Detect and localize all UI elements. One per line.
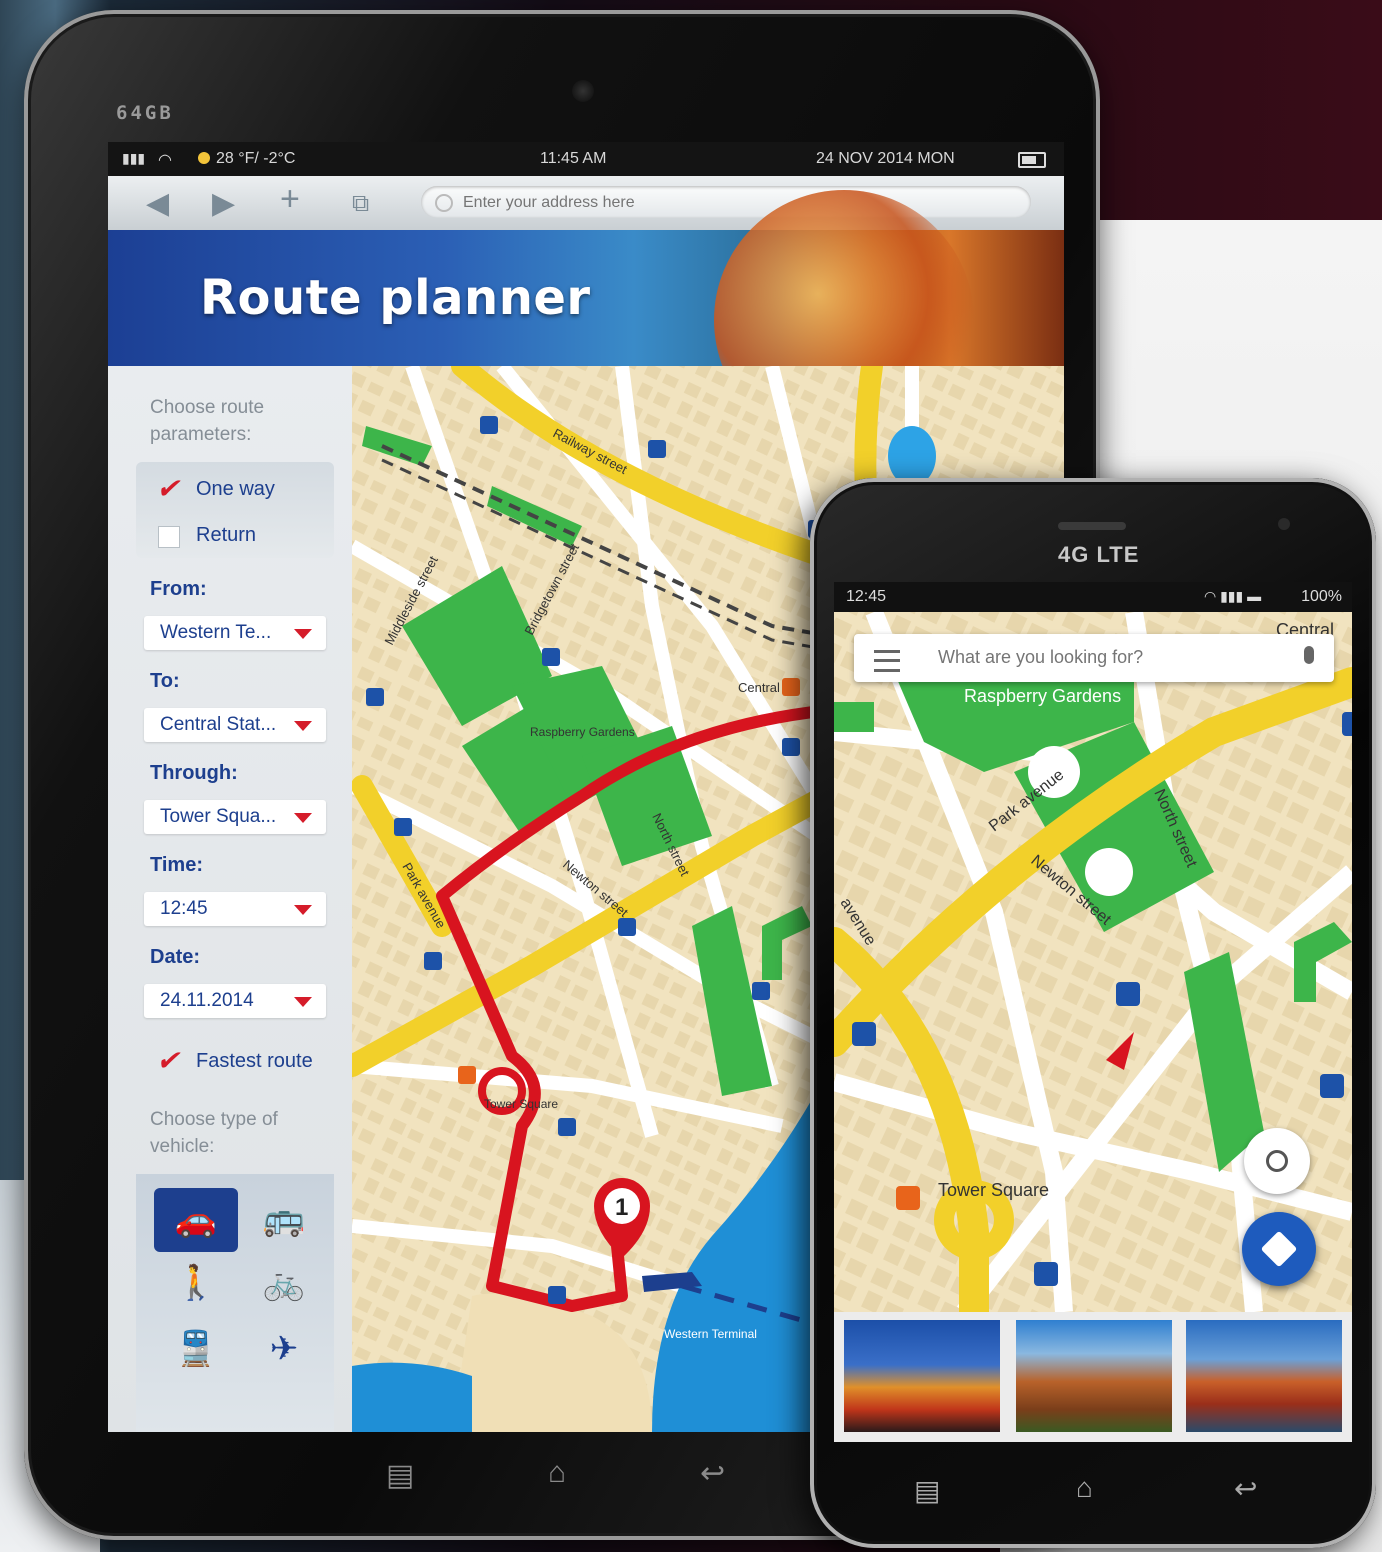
address-bar[interactable] xyxy=(421,186,1031,218)
tabs-icon[interactable]: ⧉ xyxy=(352,190,369,218)
camera-icon xyxy=(572,80,594,102)
microphone-icon[interactable] xyxy=(1304,646,1314,664)
phone-map[interactable]: Central Raspberry Gardens Park avenue No… xyxy=(834,612,1352,1312)
to-label: To: xyxy=(150,670,180,692)
network-label: 4G LTE xyxy=(1058,542,1140,567)
place-label: Western Terminal xyxy=(664,1327,757,1341)
from-label: From: xyxy=(150,578,207,600)
phone-screen: 12:45 ◠ ▮▮▮ ▬ 100% Central Raspberry Gar… xyxy=(834,582,1352,1442)
tablet-storage-label: 64GB xyxy=(116,102,174,124)
battery-level: 100% xyxy=(1301,588,1342,605)
time-label: Time: xyxy=(150,854,203,876)
signal-icon: ▮▮▮ xyxy=(122,150,146,166)
weather-readout: 28 °F/ -2°C xyxy=(198,150,295,168)
back-arrow-icon[interactable]: ◀ xyxy=(146,186,169,221)
train-icon[interactable]: 🚆 xyxy=(168,1326,224,1372)
park-label: Raspberry Gardens xyxy=(964,686,1121,706)
my-location-button[interactable] xyxy=(1244,1128,1310,1194)
photo-thumbnail[interactable] xyxy=(844,1320,1000,1432)
one-way-checkbox[interactable] xyxy=(156,472,179,505)
place-label: Central xyxy=(738,680,780,695)
car-icon[interactable]: 🚗 xyxy=(154,1188,238,1252)
fastest-route-label: Fastest route xyxy=(196,1050,313,1072)
time-select[interactable]: 12:45 xyxy=(144,892,326,926)
chevron-down-icon xyxy=(294,629,312,639)
park-label: Raspberry Gardens xyxy=(530,725,635,739)
camera-icon xyxy=(1278,518,1290,530)
phone-search-input[interactable] xyxy=(936,646,1280,669)
return-checkbox[interactable] xyxy=(158,526,180,548)
phone-device: 4G LTE 12:45 ◠ ▮▮▮ ▬ 100% Central Raspbe… xyxy=(810,478,1376,1548)
plus-icon[interactable]: + xyxy=(280,180,300,219)
status-time: 11:45 AM xyxy=(540,150,607,167)
route-parameters-heading: Choose route parameters: xyxy=(150,397,265,445)
forward-arrow-icon[interactable]: ▶ xyxy=(212,186,235,221)
one-way-label: One way xyxy=(196,478,275,500)
status-date: 24 NOV 2014 MON xyxy=(816,150,955,167)
home-icon[interactable]: ⌂ xyxy=(1076,1472,1093,1504)
plane-icon[interactable]: ✈ xyxy=(256,1326,312,1372)
phone-status-bar: 12:45 ◠ ▮▮▮ ▬ 100% xyxy=(834,582,1352,612)
from-select[interactable]: Western Te... xyxy=(144,616,326,650)
to-value: Central Stat... xyxy=(160,714,277,735)
phone-map-graphic: Central Raspberry Gardens Park avenue No… xyxy=(834,612,1352,1312)
page-banner: Route planner xyxy=(108,190,1064,450)
back-icon[interactable]: ↩ xyxy=(700,1456,725,1491)
fastest-route-checkbox[interactable] xyxy=(156,1044,179,1077)
through-value: Tower Squa... xyxy=(160,806,277,827)
lake xyxy=(888,426,936,486)
battery-icon xyxy=(1018,152,1046,168)
place-label: Tower Square xyxy=(938,1180,1049,1200)
back-icon[interactable]: ↩ xyxy=(1234,1472,1257,1505)
return-label: Return xyxy=(196,524,257,546)
trip-type-group: One way Return xyxy=(136,462,334,558)
place-label: Tower Square xyxy=(484,1097,558,1111)
date-label: Date: xyxy=(150,946,201,968)
vehicle-type-picker: 🚗 🚌 🚶 🚲 🚆 ✈ xyxy=(136,1174,334,1432)
phone-search-bar[interactable] xyxy=(854,634,1334,682)
through-select[interactable]: Tower Squa... xyxy=(144,800,326,834)
bicycle-icon[interactable]: 🚲 xyxy=(256,1260,312,1306)
phone-status-time: 12:45 xyxy=(846,588,887,605)
recent-apps-icon[interactable]: ▤ xyxy=(914,1474,940,1507)
photo-gallery xyxy=(834,1312,1352,1442)
metro-marker xyxy=(782,678,800,696)
chevron-down-icon xyxy=(294,721,312,731)
through-label: Through: xyxy=(150,762,238,784)
directions-button[interactable] xyxy=(1242,1212,1316,1286)
photo-thumbnail[interactable] xyxy=(1016,1320,1172,1432)
chevron-down-icon xyxy=(294,813,312,823)
to-select[interactable]: Central Stat... xyxy=(144,708,326,742)
hiker-icon[interactable]: 🚶 xyxy=(168,1260,224,1306)
bus-icon[interactable]: 🚌 xyxy=(256,1196,312,1242)
date-select[interactable]: 24.11.2014 xyxy=(144,984,326,1018)
menu-icon[interactable] xyxy=(874,650,900,672)
sun-icon xyxy=(198,152,210,164)
vehicle-type-heading: Choose type of vehicle: xyxy=(150,1109,278,1157)
water-area xyxy=(352,1362,472,1432)
address-input[interactable] xyxy=(461,190,1005,216)
speaker-grille xyxy=(1058,522,1126,530)
metro-marker xyxy=(458,1066,476,1084)
start-marker-number: 1 xyxy=(615,1194,628,1221)
from-value: Western Te... xyxy=(160,622,272,643)
page-icon xyxy=(435,194,453,212)
home-icon[interactable]: ⌂ xyxy=(548,1456,566,1490)
chevron-down-icon xyxy=(294,905,312,915)
wifi-icon: ◠ xyxy=(158,152,172,169)
recent-apps-icon[interactable]: ▤ xyxy=(386,1458,414,1493)
chevron-down-icon xyxy=(294,997,312,1007)
route-form-sidebar: Choose route parameters: One way Return … xyxy=(108,366,352,1432)
status-bar: ▮▮▮ ◠ 28 °F/ -2°C 11:45 AM 24 NOV 2014 M… xyxy=(108,142,1064,176)
page-title: Route planner xyxy=(200,270,591,326)
signal-icon: ◠ ▮▮▮ ▬ xyxy=(1204,588,1262,604)
photo-thumbnail[interactable] xyxy=(1186,1320,1342,1432)
date-value: 24.11.2014 xyxy=(160,990,254,1011)
weather-text: 28 °F/ -2°C xyxy=(216,150,296,167)
time-value: 12:45 xyxy=(160,898,208,919)
